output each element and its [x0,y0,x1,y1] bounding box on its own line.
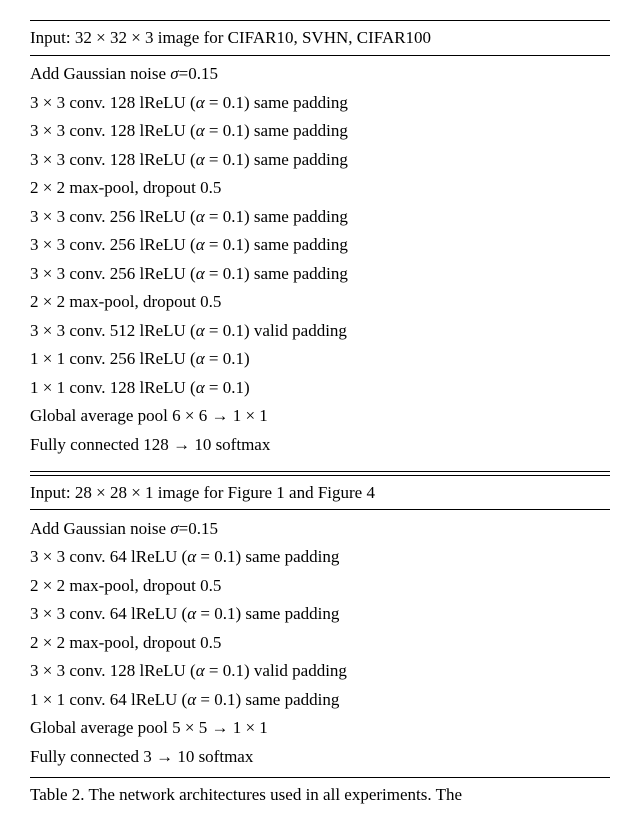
table-row: 3 × 3 conv. 256 lReLU (α = 0.1) same pad… [30,231,610,260]
table-row: 3 × 3 conv. 128 lReLU (α = 0.1) same pad… [30,88,610,117]
table-row: 1 × 1 conv. 128 lReLU (α = 0.1) [30,373,610,402]
table-row: Add Gaussian noise σ=0.15 [30,514,610,543]
table1-header: Input: 32 × 32 × 3 image for CIFAR10, SV… [30,25,610,51]
table-row: 3 × 3 conv. 128 lReLU (α = 0.1) valid pa… [30,657,610,686]
table-row: 2 × 2 max-pool, dropout 0.5 [30,174,610,203]
table-row: Global average pool 6 × 6 → 1 × 1 [30,402,610,431]
table-row: 3 × 3 conv. 64 lReLU (α = 0.1) same padd… [30,543,610,572]
table-row: 3 × 3 conv. 128 lReLU (α = 0.1) same pad… [30,117,610,146]
table2-body: Add Gaussian noise σ=0.15 3 × 3 conv. 64… [30,514,610,771]
table2-header: Input: 28 × 28 × 1 image for Figure 1 an… [30,480,610,506]
table-caption: Table 2. The network architectures used … [30,784,610,807]
architecture-table-2: Input: 28 × 28 × 1 image for Figure 1 an… [30,476,610,777]
table-row: Fully connected 3 → 10 softmax [30,742,610,771]
table-row: 3 × 3 conv. 128 lReLU (α = 0.1) same pad… [30,145,610,174]
table-row: 3 × 3 conv. 64 lReLU (α = 0.1) same padd… [30,600,610,629]
table-row: 3 × 3 conv. 512 lReLU (α = 0.1) valid pa… [30,316,610,345]
table-row: Global average pool 5 × 5 → 1 × 1 [30,714,610,743]
bottom-rule [30,777,610,778]
table1-header-row: Input: 32 × 32 × 3 image for CIFAR10, SV… [30,25,610,56]
table-row: 2 × 2 max-pool, dropout 0.5 [30,571,610,600]
table-row: 3 × 3 conv. 256 lReLU (α = 0.1) same pad… [30,259,610,288]
table-row: Add Gaussian noise σ=0.15 [30,60,610,89]
table-row: 2 × 2 max-pool, dropout 0.5 [30,288,610,317]
table2-header-row: Input: 28 × 28 × 1 image for Figure 1 an… [30,480,610,511]
table-row: 1 × 1 conv. 256 lReLU (α = 0.1) [30,345,610,374]
table1-body: Add Gaussian noise σ=0.15 3 × 3 conv. 12… [30,60,610,459]
architecture-table-1: Input: 32 × 32 × 3 image for CIFAR10, SV… [30,20,610,465]
table-row: 3 × 3 conv. 256 lReLU (α = 0.1) same pad… [30,202,610,231]
table-row: 2 × 2 max-pool, dropout 0.5 [30,628,610,657]
table-row: 1 × 1 conv. 64 lReLU (α = 0.1) same padd… [30,685,610,714]
table-row: Fully connected 128 → 10 softmax [30,430,610,459]
